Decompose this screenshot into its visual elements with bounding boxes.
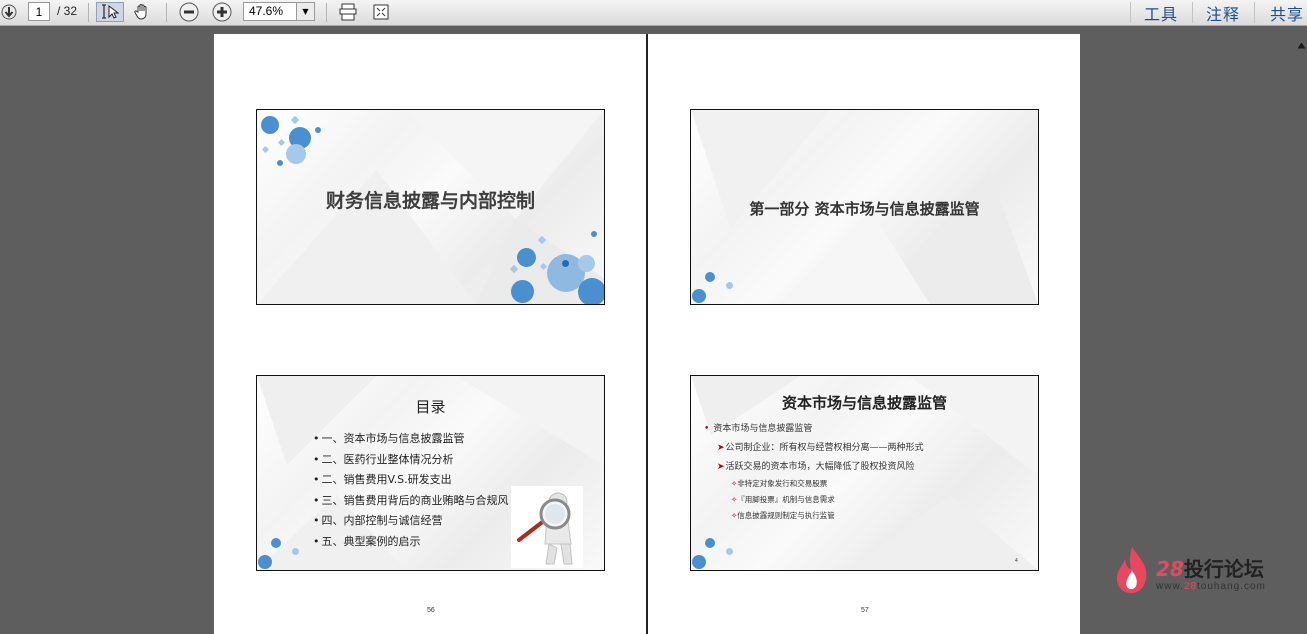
decor-circle — [705, 272, 715, 282]
list-item: 三、销售费用背后的商业贿略与合规风 — [313, 491, 509, 512]
magnifier-figure-image — [511, 486, 583, 568]
comment-link[interactable]: 注释 — [1206, 1, 1240, 25]
decor-circle — [692, 289, 706, 303]
toolbar-divider — [326, 3, 327, 22]
decor-circle — [315, 127, 321, 133]
slide-title-text: 财务信息披露与内部控制 — [325, 190, 535, 212]
decor-circle — [578, 278, 604, 304]
contents-list: 一、资本市场与信息披露监管 二、医药行业整体情况分析 二、销售费用V.S.研发支… — [313, 429, 509, 552]
decor-circle — [286, 144, 306, 164]
slide-title-text: 目录 — [415, 398, 446, 416]
bullet-level2: ➤活跃交易的资本市场，大幅降低了股权投资风险 — [717, 462, 915, 472]
decor-circle — [261, 116, 279, 134]
up-arrow-icon — [1297, 42, 1306, 48]
toolbar-divider — [166, 3, 167, 22]
fit-page-button[interactable] — [337, 2, 359, 22]
watermark-url: www.28touhang.com — [1156, 581, 1266, 592]
zoom-in-button[interactable] — [210, 2, 234, 22]
minus-circle-icon — [179, 2, 199, 22]
zoom-out-button[interactable] — [177, 2, 201, 22]
zoom-level-select[interactable]: 47.6% ▼ — [243, 2, 315, 21]
toolbar-divider — [88, 3, 89, 22]
forum-watermark: 28投行论坛 www.28touhang.com — [1112, 543, 1302, 597]
bullet-level3: ✧『用脚投票』机制与信息需求 — [731, 495, 835, 504]
page-number-input[interactable]: 1 — [28, 2, 50, 21]
bullet-level1: • 资本市场与信息披露监管 — [704, 424, 813, 434]
decor-circle — [292, 548, 299, 555]
decor-circle — [726, 282, 733, 289]
decor-circle — [705, 538, 715, 548]
bullet-level3: ✧信息披露规则制定与执行监管 — [731, 511, 835, 520]
decor-circle — [591, 231, 597, 237]
list-item: 一、资本市场与信息披露监管 — [313, 429, 509, 450]
decor-circle — [258, 555, 272, 569]
decor-circle — [271, 538, 281, 548]
fit-page-icon — [339, 3, 357, 21]
scroll-up-button[interactable] — [1296, 36, 1307, 54]
document-page: 财务信息披露与内部控制 第一部分 资本市场与信息披露监管 目录 一、资本市场与信… — [214, 34, 1080, 634]
slide-content: 资本市场与信息披露监管 • 资本市场与信息披露监管 ➤公司制企业：所有权与经营权相… — [690, 375, 1039, 571]
toolbar-divider — [1130, 2, 1131, 23]
decor-circle — [511, 280, 534, 303]
tools-link[interactable]: 工具 — [1144, 1, 1178, 25]
decor-circle — [726, 548, 733, 555]
share-link[interactable]: 共享 — [1270, 1, 1304, 25]
slide-contents: 目录 一、资本市场与信息披露监管 二、医药行业整体情况分析 二、销售费用V.S.… — [256, 375, 605, 571]
hand-tool-button[interactable] — [131, 2, 153, 22]
decor-circle — [517, 248, 536, 267]
toolbar-divider — [1192, 2, 1193, 23]
slide-title: 财务信息披露与内部控制 — [256, 109, 605, 305]
page-number-right: 57 — [861, 607, 869, 614]
decor-circle — [578, 255, 595, 272]
expand-icon — [373, 4, 389, 20]
next-page-button[interactable] — [0, 2, 18, 22]
slide-title-text: 第一部分 资本市场与信息披露监管 — [749, 200, 980, 218]
page-total-label: / 32 — [57, 4, 78, 18]
list-item: 四、内部控制与诚信经营 — [313, 511, 509, 532]
slide-title-text: 资本市场与信息披露监管 — [781, 394, 947, 412]
page-number-left: 56 — [427, 607, 435, 614]
slide-page-mark: 4 — [1015, 558, 1018, 564]
slide-section: 第一部分 资本市场与信息披露监管 — [690, 109, 1039, 305]
list-item: 二、销售费用V.S.研发支出 — [313, 470, 509, 491]
watermark-name: 28投行论坛 — [1156, 557, 1264, 581]
list-item: 二、医药行业整体情况分析 — [313, 450, 509, 471]
bullet-level3: ✧非特定对象发行和交易股票 — [731, 479, 828, 488]
text-cursor-arrow-icon — [102, 4, 119, 19]
chevron-down-icon[interactable]: ▼ — [296, 3, 314, 20]
plus-circle-icon — [212, 2, 232, 22]
page-divider — [646, 34, 648, 634]
flame-logo-icon — [1116, 547, 1147, 594]
hand-icon — [134, 4, 147, 20]
down-arrow-icon — [1, 4, 17, 20]
acrobat-toolbar: 1 / 32 47.6% ▼ 工具 注释 共享 — [0, 0, 1307, 26]
full-screen-button[interactable] — [370, 2, 392, 22]
decor-circle — [692, 555, 706, 569]
decor-circle — [562, 260, 569, 267]
toolbar-divider — [1254, 2, 1255, 23]
list-item: 五、典型案例的启示 — [313, 532, 509, 553]
select-tool-button[interactable] — [96, 2, 124, 22]
bullet-level2: ➤公司制企业：所有权与经营权相分离——两种形式 — [717, 443, 924, 453]
decor-circle — [277, 160, 283, 166]
